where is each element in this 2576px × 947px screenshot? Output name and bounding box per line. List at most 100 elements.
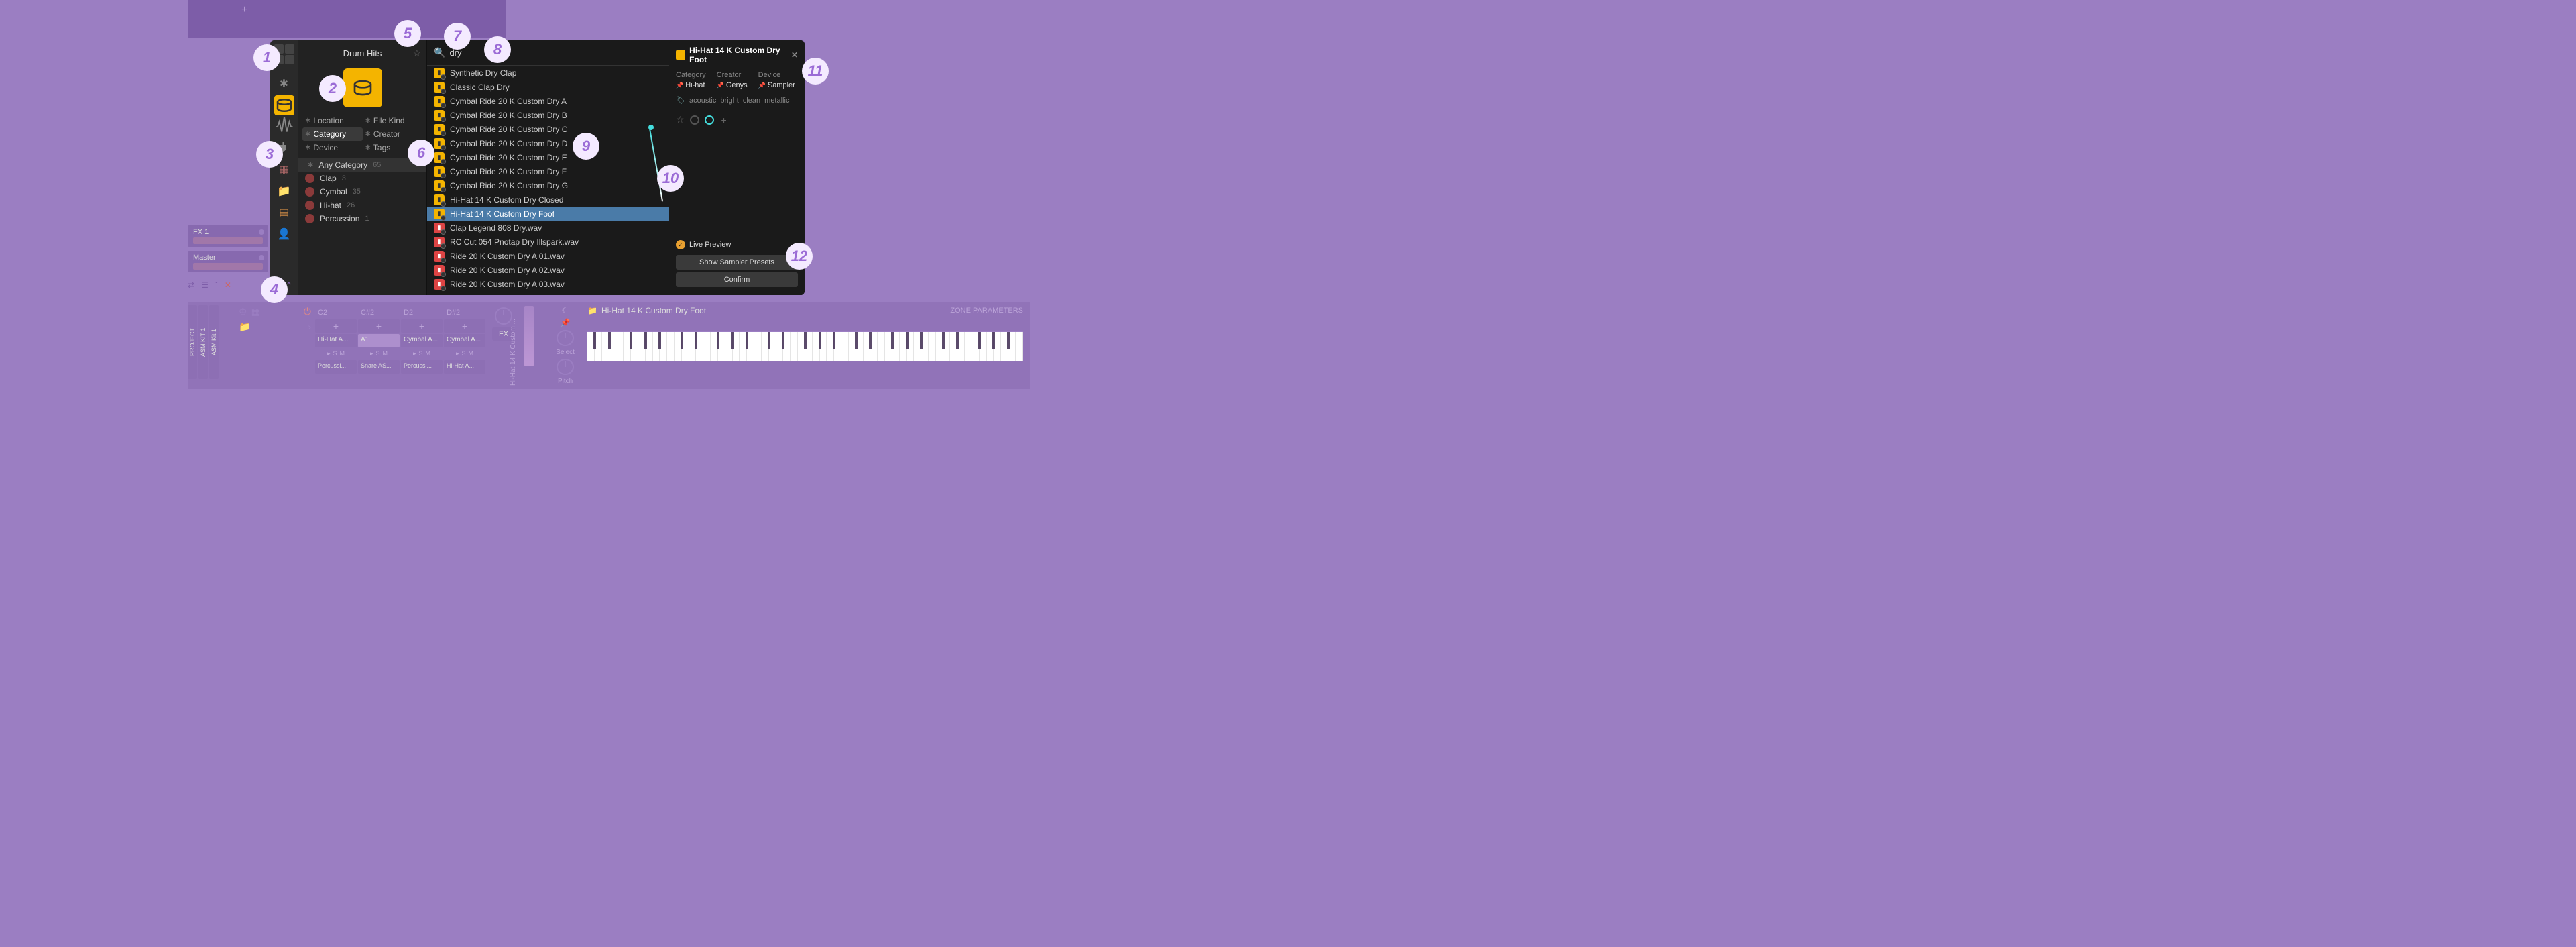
piano-key[interactable] [682, 332, 689, 361]
filter-creator[interactable]: ✱Creator [363, 127, 423, 141]
solo-button[interactable]: S [462, 350, 466, 357]
toolbar-close-icon[interactable]: ✕ [225, 280, 231, 290]
pad-name[interactable]: Percussi... [315, 360, 357, 374]
add-sample-button[interactable]: + [358, 319, 400, 333]
piano-key[interactable] [616, 332, 624, 361]
pitch-knob[interactable] [557, 359, 574, 375]
piano-key[interactable] [609, 332, 617, 361]
piano-key[interactable] [907, 332, 915, 361]
pin-icon[interactable]: 📌 [561, 318, 571, 327]
piano-key[interactable] [703, 332, 711, 361]
track-fx1[interactable]: FX 1 [188, 225, 268, 247]
pad-name[interactable]: Percussi... [401, 360, 443, 374]
add-color-icon[interactable]: + [719, 115, 729, 125]
device-label[interactable]: ASM Kit 1 [209, 305, 219, 379]
piano-key[interactable] [667, 332, 675, 361]
folder-icon[interactable]: 📁 [239, 321, 250, 333]
category-cymbal[interactable]: Cymbal35 [298, 185, 426, 199]
confirm-button[interactable]: Confirm [676, 272, 798, 287]
piano-key[interactable] [994, 332, 1001, 361]
piano-key[interactable] [841, 332, 849, 361]
piano-key[interactable] [783, 332, 791, 361]
solo-button[interactable]: S [333, 350, 337, 357]
tag[interactable]: acoustic [689, 97, 716, 105]
play-icon[interactable]: ▸ [327, 350, 331, 357]
browser-tab-user[interactable]: 👤 [274, 224, 294, 244]
mute-button[interactable]: M [383, 350, 388, 357]
piano-key[interactable] [696, 332, 703, 361]
add-sample-button[interactable]: + [401, 319, 443, 333]
piano-key[interactable] [929, 332, 936, 361]
mute-button[interactable]: M [469, 350, 474, 357]
play-icon[interactable]: ▸ [413, 350, 416, 357]
piano-key[interactable] [921, 332, 929, 361]
piano-key[interactable] [805, 332, 813, 361]
browser-tab-collection[interactable]: ▤ [274, 203, 294, 223]
browser-tab-folder[interactable]: 📁 [274, 181, 294, 201]
device-label[interactable]: ASM KIT 1 [198, 305, 208, 379]
pad-sample[interactable]: Cymbal A... [401, 334, 443, 347]
add-sample-button[interactable]: + [315, 319, 357, 333]
pad-sample[interactable]: Cymbal A... [444, 334, 485, 347]
keyboard-icon[interactable]: ▦ [251, 306, 260, 317]
tag[interactable]: bright [720, 97, 739, 105]
play-icon[interactable]: ▸ [370, 350, 373, 357]
category-clap[interactable]: Clap3 [298, 172, 426, 185]
piano-key[interactable] [733, 332, 740, 361]
piano-key[interactable] [747, 332, 754, 361]
piano-key[interactable] [1008, 332, 1016, 361]
select-knob[interactable] [557, 330, 574, 346]
device-label[interactable]: PROJECT [188, 305, 197, 379]
add-tab-plus[interactable]: + [241, 4, 247, 16]
piano-key[interactable] [834, 332, 841, 361]
play-icon[interactable]: ▸ [456, 350, 459, 357]
add-sample-button[interactable]: + [444, 319, 485, 333]
piano-key[interactable] [957, 332, 965, 361]
tag[interactable]: clean [743, 97, 760, 105]
filter-location[interactable]: ✱Location [302, 114, 363, 127]
color-swatch-black[interactable] [690, 115, 699, 125]
category-percussion[interactable]: Percussion1 [298, 212, 426, 225]
pad-name[interactable]: Snare AS... [358, 360, 400, 374]
piano-key[interactable] [631, 332, 638, 361]
piano-key[interactable] [718, 332, 725, 361]
pad-name[interactable]: Hi-Hat A... [444, 360, 485, 374]
tag[interactable]: metallic [764, 97, 789, 105]
piano-key[interactable] [769, 332, 776, 361]
piano-key[interactable] [646, 332, 653, 361]
favorite-icon[interactable]: ☆ [676, 114, 685, 125]
solo-button[interactable]: S [419, 350, 423, 357]
track-master[interactable]: Master [188, 251, 268, 272]
piano-key[interactable] [1016, 332, 1023, 361]
toolbar-chevron-icon[interactable]: ˇ [215, 280, 218, 290]
moon-icon[interactable]: ☾ [562, 306, 569, 315]
volume-meter[interactable] [524, 306, 534, 366]
browser-tab-samples[interactable] [274, 117, 294, 137]
piano-key[interactable] [965, 332, 972, 361]
piano-key[interactable] [660, 332, 667, 361]
live-preview-toggle[interactable]: ✓ Live Preview [676, 240, 798, 249]
filter-device[interactable]: ✱Device [302, 141, 363, 154]
mute-button[interactable]: M [340, 350, 345, 357]
power-icon[interactable]: ⏻ [304, 306, 311, 317]
favorite-star-icon[interactable]: ☆ [412, 48, 421, 59]
close-icon[interactable]: ✕ [791, 50, 798, 60]
piano-key[interactable] [980, 332, 987, 361]
chevron-right-icon[interactable]: › [308, 321, 311, 333]
piano-key[interactable] [870, 332, 878, 361]
toolbar-settings-icon[interactable]: ⇄ [188, 280, 194, 290]
show-sampler-presets-button[interactable]: Show Sampler Presets [676, 255, 798, 270]
keyboard-view[interactable] [587, 331, 1023, 361]
filter-category[interactable]: ✱Category [302, 127, 363, 141]
folder-icon[interactable]: 📁 [587, 306, 597, 315]
color-swatch-cyan[interactable] [705, 115, 714, 125]
piano-key[interactable] [595, 332, 602, 361]
pad-sample[interactable]: Hi-Hat A... [315, 334, 357, 347]
piano-key[interactable] [892, 332, 900, 361]
toolbar-list-icon[interactable]: ☰ [201, 280, 209, 290]
pad-sample[interactable]: A1 [358, 334, 400, 347]
piano-key[interactable] [856, 332, 864, 361]
category-hi-hat[interactable]: Hi-hat26 [298, 199, 426, 212]
piano-key[interactable] [754, 332, 762, 361]
piano-key[interactable] [820, 332, 827, 361]
